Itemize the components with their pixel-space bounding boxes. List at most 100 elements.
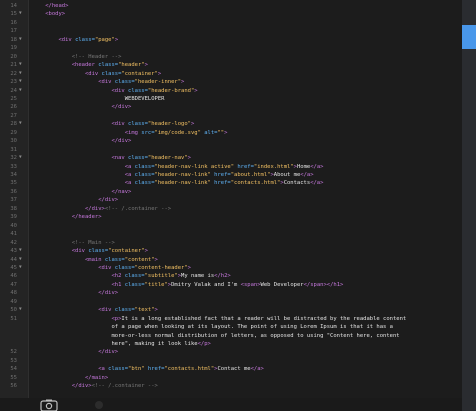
camera-icon[interactable] [38,399,60,411]
code-token: <div [98,79,115,86]
code-token: href= [210,180,231,187]
code-token: > [154,307,158,314]
code-line[interactable]: 34 <a class="header-nav-link" href="abou… [0,171,462,179]
fold-arrow-icon[interactable]: ▼ [19,247,22,255]
fold-arrow-icon[interactable]: ▼ [19,10,22,18]
code-line[interactable]: 51 <p>It is a long established fact that… [0,315,462,323]
code-token: </header> [71,214,102,221]
minimap-scrollbar[interactable] [462,0,476,411]
code-line[interactable]: 44 ▼ <main class="content"> [0,256,462,264]
code-line[interactable]: 42 <!-- Main --> [0,239,462,247]
line-number: 53 [10,357,17,364]
fold-arrow-icon[interactable]: ▼ [19,120,22,128]
line-number: 21 [10,62,17,69]
scroll-thumb[interactable] [462,25,476,49]
code-line[interactable]: 47 <h1 class="title">Dmitry Valak and I'… [0,281,462,289]
fold-arrow-icon[interactable]: ▼ [19,87,22,95]
code-line[interactable]: 31 [0,146,462,154]
line-number: 29 [10,129,17,136]
code-token: <h2 [111,273,125,280]
code-line[interactable]: 30 </div> [0,137,462,145]
code-text: <a class="header-nav-link" href="contact… [32,179,324,187]
code-editor[interactable]: 14 </head> 15 ▼ <body> 16 17 18 ▼ <div class="… [0,0,462,411]
line-number: 39 [10,214,17,221]
line-number: 44 [10,256,17,263]
fold-arrow-icon[interactable]: ▼ [19,70,22,78]
code-token: > [181,79,185,86]
code-text: </head> [32,2,68,10]
code-line[interactable]: 21 ▼ <header class="header"> [0,61,462,69]
code-line[interactable]: 18 ▼ <div class="page"> [0,36,462,44]
code-token: > [154,256,158,263]
fold-arrow-icon[interactable]: ▼ [19,36,22,44]
fold-arrow-icon[interactable]: ▼ [19,61,22,69]
code-line[interactable]: of a page when looking at its layout. Th… [0,323,462,331]
code-line[interactable]: 17 [0,27,462,35]
code-token: </div> [98,290,119,297]
code-token: "content-header" [134,264,188,271]
code-line[interactable]: here", making it look like</p> [0,340,462,348]
code-line[interactable]: 20 <!-- Header --> [0,53,462,61]
code-line[interactable]: 46 <h2 class="subtitle">My name is</h2> [0,272,462,280]
code-line[interactable]: 27 [0,112,462,120]
code-line[interactable]: 29 <img src="img/code.svg" alt=""> [0,129,462,137]
code-line[interactable]: 41 [0,230,462,238]
fold-arrow-icon[interactable]: ▼ [19,256,22,264]
code-token: <div [58,36,76,43]
code-line[interactable]: 23 ▼ <div class="header-inner"> [0,78,462,86]
code-line[interactable]: 50 ▼ <div class="text"> [0,306,462,314]
code-line[interactable]: 28 ▼ <div class="header-logo"> [0,120,462,128]
line-number: 32 [10,155,17,162]
code-line[interactable]: 37 </div> [0,196,462,204]
bottom-toolbar [0,398,462,411]
code-line[interactable]: 36 </nav> [0,188,462,196]
code-line[interactable]: 22 ▼ <div class="container"> [0,70,462,78]
code-line[interactable]: 24 ▼ <div class="header-brand"> [0,87,462,95]
code-line[interactable]: 49 [0,298,462,306]
code-token: "index.html" [253,163,294,170]
fold-arrow-icon[interactable]: ▼ [19,154,22,162]
code-token: class= [104,256,125,263]
code-line[interactable]: 53 [0,357,462,365]
line-number: 42 [10,239,17,246]
code-line[interactable]: 32 ▼ <nav class="header-nav"> [0,154,462,162]
code-line[interactable]: 56 </div><!-- /.container --> [0,382,462,390]
code-line[interactable]: more-or-less normal distribution of lett… [0,332,462,340]
fold-arrow-icon[interactable]: ▼ [19,306,22,314]
line-number: 16 [10,19,17,26]
code-line[interactable]: 33 <a class="header-nav-link active" hre… [0,163,462,171]
code-line[interactable]: 35 <a class="header-nav-link" href="cont… [0,179,462,187]
code-line[interactable]: 48 </div> [0,289,462,297]
code-line[interactable]: 40 [0,222,462,230]
code-line[interactable]: 43 ▼ <div class="container"> [0,247,462,255]
code-line[interactable]: 55 </main> [0,374,462,382]
code-text: <a class="header-nav-link" href="about.h… [32,171,314,179]
code-token: src= [141,129,155,136]
code-line[interactable]: 19 [0,44,462,52]
line-number: 50 [10,307,17,314]
line-number: 25 [10,95,17,102]
code-line[interactable]: 39 </header> [0,213,462,221]
code-line[interactable]: 26 </div> [0,103,462,111]
code-line[interactable]: 52 </div> [0,348,462,356]
code-line[interactable]: 38 </div><!-- /.container --> [0,205,462,213]
line-number: 43 [10,248,17,255]
fold-arrow-icon[interactable]: ▼ [19,78,22,86]
code-token: class= [124,273,145,280]
line-number: 49 [10,298,17,305]
code-line[interactable]: 15 ▼ <body> [0,10,462,18]
code-token: href= [210,172,231,178]
code-line[interactable]: 54 <a class="btn" href="contacts.html">C… [0,365,462,373]
code-line[interactable]: 16 [0,19,462,27]
code-token: Web Developer [260,281,304,288]
fold-arrow-icon[interactable]: ▼ [19,264,22,272]
code-line[interactable]: 25 WEBDEVELOPER [0,95,462,103]
code-line[interactable]: 14 </head> [0,2,462,10]
code-line[interactable]: 45 ▼ <div class="content-header"> [0,264,462,272]
